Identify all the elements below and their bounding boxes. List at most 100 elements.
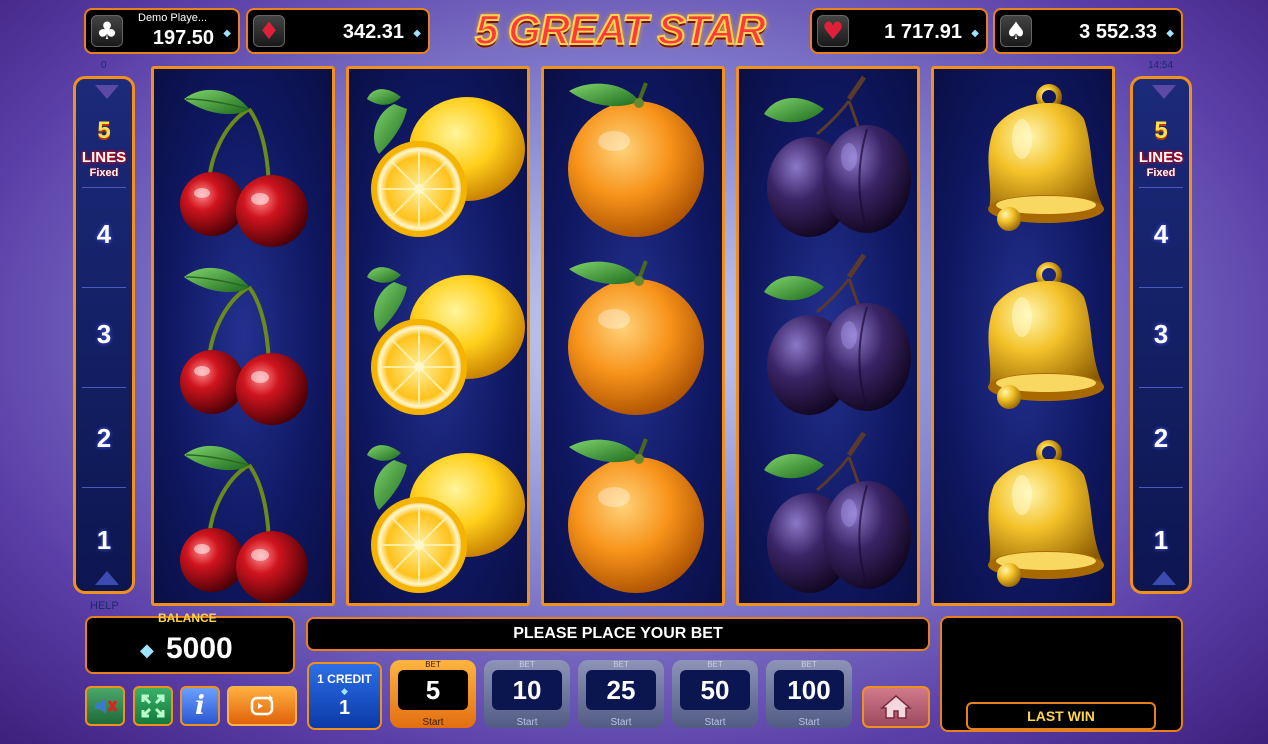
bet-label: BET: [707, 660, 723, 669]
plum-symbol: [764, 431, 911, 593]
autoplay-button[interactable]: [227, 686, 297, 726]
gem-icon: ◆: [223, 28, 231, 39]
lemon-symbol: [367, 89, 525, 237]
bell-symbol: [988, 84, 1104, 231]
fullscreen-icon: [141, 694, 165, 718]
gem-icon: ◆: [971, 28, 979, 39]
line-number-3: 3: [1153, 319, 1169, 349]
arrow-down-icon: [1152, 571, 1176, 585]
spade-icon: ♠: [1000, 15, 1032, 47]
info-button[interactable]: i: [180, 686, 220, 726]
line-number-2: 2: [96, 423, 112, 453]
info-icon: i: [195, 691, 205, 721]
start-label: Start: [516, 717, 538, 728]
bet-button-5[interactable]: BET 5 Start: [390, 660, 476, 728]
lines-label: LINES: [1138, 149, 1184, 166]
credit-button[interactable]: 1 CREDIT ◆ 1: [307, 662, 382, 730]
start-label: Start: [422, 717, 444, 728]
start-label: Start: [798, 717, 820, 728]
jackpot-value: 197.50: [152, 27, 214, 49]
reel-4: [736, 66, 920, 606]
arrow-up-icon: [1152, 85, 1176, 99]
bet-button-25[interactable]: BET 25 Start: [578, 660, 664, 728]
arrow-up-icon: [95, 85, 119, 99]
lines-count: 5: [1154, 117, 1168, 144]
bet-label: BET: [519, 660, 535, 669]
bet-value: 5: [398, 670, 468, 710]
credit-value: 1: [338, 697, 351, 719]
bet-value: 100: [774, 670, 844, 710]
diamond-icon: ♦: [253, 15, 285, 47]
jackpot-diamond: ♦ 342.31 ◆: [246, 8, 430, 54]
line-number-4: 4: [96, 219, 112, 249]
balance-label: BALANCE: [158, 611, 217, 625]
bell-symbol: [988, 262, 1104, 409]
bet-label: BET: [613, 660, 629, 669]
bet-label: BET: [801, 660, 817, 669]
plum-symbol: [764, 253, 911, 415]
lines-label: LINES: [81, 149, 127, 166]
gem-icon: ◆: [413, 28, 421, 39]
bet-label: BET: [425, 660, 441, 669]
orange-symbol: [568, 438, 704, 593]
bet-value: 10: [492, 670, 562, 710]
home-button[interactable]: [862, 686, 930, 728]
orange-symbol: [568, 82, 704, 237]
lemon-symbol: [367, 445, 525, 593]
left-counter: 0: [101, 60, 107, 71]
mute-icon: [95, 698, 118, 714]
cherry-symbol: [180, 445, 308, 603]
reel-3: [541, 66, 725, 606]
bet-button-100[interactable]: BET 100 Start: [766, 660, 852, 728]
credit-label: 1 CREDIT: [317, 672, 372, 686]
lemon-symbol: [367, 267, 525, 415]
player-name: Demo Playe...: [138, 12, 208, 24]
jackpot-heart: ♥ 1 717.91 ◆: [810, 8, 988, 54]
heart-icon: ♥: [817, 15, 849, 47]
cherry-symbol: [180, 267, 308, 425]
jackpot-value: 1 717.91: [884, 21, 962, 43]
game-title: 5 GREAT STAR: [474, 5, 767, 54]
home-icon: [880, 695, 912, 719]
bet-value: 50: [680, 670, 750, 710]
reel-5: [931, 66, 1115, 606]
jackpot-value: 3 552.33: [1079, 21, 1157, 43]
jackpot-spade: ♠ 3 552.33 ◆: [993, 8, 1183, 54]
lines-indicator-right[interactable]: 5 LINES Fixed 4 3 2 1: [1130, 76, 1192, 594]
orange-symbol: [568, 260, 704, 415]
line-number-1: 1: [96, 525, 112, 555]
sound-toggle-button[interactable]: [85, 686, 125, 726]
lines-indicator-left[interactable]: 5 LINES Fixed 4 3 2 1: [73, 76, 135, 594]
jackpot-value: 342.31: [342, 21, 404, 43]
lines-fixed-label: Fixed: [89, 167, 119, 179]
last-win-label: LAST WIN: [966, 702, 1156, 730]
line-number-4: 4: [1153, 219, 1169, 249]
clock: 14:54: [1148, 60, 1174, 71]
gem-icon: ◆: [341, 686, 348, 696]
arrow-down-icon: [95, 571, 119, 585]
balance-value: 5000: [166, 632, 233, 665]
start-label: Start: [704, 717, 726, 728]
cherry-symbol: [180, 89, 308, 247]
line-number-2: 2: [1153, 423, 1169, 453]
lines-count: 5: [97, 117, 111, 144]
lines-fixed-label: Fixed: [1146, 167, 1176, 179]
reel-2: [346, 66, 530, 606]
bet-value: 25: [586, 670, 656, 710]
line-number-1: 1: [1153, 525, 1169, 555]
plum-symbol: [764, 75, 911, 237]
bet-button-10[interactable]: BET 10 Start: [484, 660, 570, 728]
reel-1: [151, 66, 335, 606]
autoplay-icon: [250, 695, 274, 716]
gem-icon: ◆: [140, 640, 154, 660]
bell-symbol: [988, 440, 1104, 587]
gem-icon: ◆: [1166, 28, 1174, 39]
bet-button-50[interactable]: BET 50 Start: [672, 660, 758, 728]
status-message: PLEASE PLACE YOUR BET: [513, 625, 723, 642]
jackpot-club: ♣ Demo Playe... 197.50 ◆: [84, 8, 240, 54]
fullscreen-button[interactable]: [133, 686, 173, 726]
club-icon: ♣: [91, 15, 123, 47]
line-number-3: 3: [96, 319, 112, 349]
start-label: Start: [610, 717, 632, 728]
help-link[interactable]: HELP: [90, 600, 119, 612]
